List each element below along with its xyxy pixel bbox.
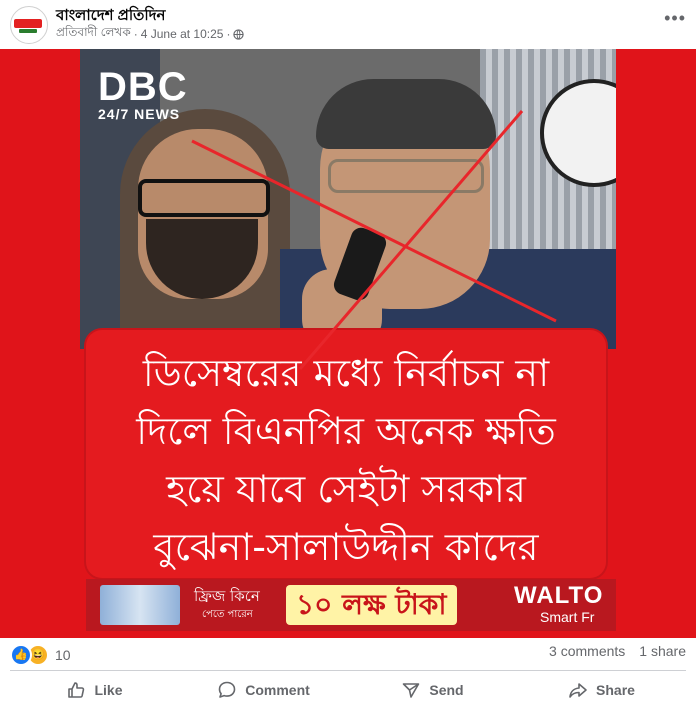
author-name[interactable]: প্রতিবাদী লেখক — [56, 24, 131, 44]
ad-brand-sub: Smart Fr — [540, 609, 595, 625]
meta-separator: · — [133, 27, 138, 41]
avatar-logo-mark — [14, 19, 42, 28]
comment-bubble-icon — [218, 681, 236, 698]
comment-button[interactable]: Comment — [179, 674, 348, 706]
action-divider — [10, 670, 686, 671]
shares-count-link[interactable]: 1 share — [639, 643, 686, 659]
like-label: Like — [94, 682, 123, 698]
more-options-icon[interactable]: ••• — [664, 8, 686, 29]
post-meta: প্রতিবাদী লেখক · 4 June at 10:25 · — [56, 24, 245, 44]
globe-icon — [233, 28, 245, 40]
reaction-count: 10 — [55, 647, 71, 663]
post-header: বাংলাদেশ প্রতিদিন প্রতিবাদী লেখক · 4 Jun… — [0, 0, 696, 48]
send-icon — [403, 683, 420, 698]
post-timestamp[interactable]: 4 June at 10:25 — [141, 27, 224, 41]
ad-prize-amount: ১০ লক্ষ টাকা — [286, 585, 457, 625]
page-avatar[interactable] — [10, 6, 48, 44]
post-stats: 3 comments 1 share — [549, 643, 686, 659]
avatar-logo-underline — [19, 29, 37, 33]
ad-brand-name: WALTO — [514, 582, 604, 609]
reaction-summary[interactable]: 👍 😆 10 — [10, 644, 71, 666]
fridge-image — [100, 585, 180, 625]
share-arrow-icon — [569, 683, 587, 698]
walton-logo: WALTO Smart Fr — [514, 583, 616, 627]
comments-count-link[interactable]: 3 comments — [549, 643, 625, 659]
send-label: Send — [429, 682, 464, 698]
red-cross-mark — [191, 110, 557, 370]
share-label: Share — [596, 682, 635, 698]
thumbs-up-icon — [68, 682, 85, 698]
post-image[interactable]: DBC 24/7 NEWS ডিসেম্বরের মধ্যে নির্বাচন … — [0, 49, 696, 638]
comment-label: Comment — [245, 682, 310, 698]
cross-line-2 — [298, 110, 524, 370]
like-reaction-icon: 👍 — [10, 644, 32, 666]
meta-separator: · — [226, 27, 231, 41]
ad-line-2: পেতে পারেন — [202, 609, 253, 620]
cross-line-1 — [191, 139, 557, 323]
like-button[interactable]: Like — [10, 674, 179, 706]
share-button[interactable]: Share — [517, 674, 686, 706]
walton-ad-banner: ফ্রিজ কিনে পেতে পারেন ১০ লক্ষ টাকা WALTO… — [86, 579, 616, 631]
send-button[interactable]: Send — [348, 674, 517, 706]
action-bar: Like Comment Send Share — [10, 674, 686, 706]
